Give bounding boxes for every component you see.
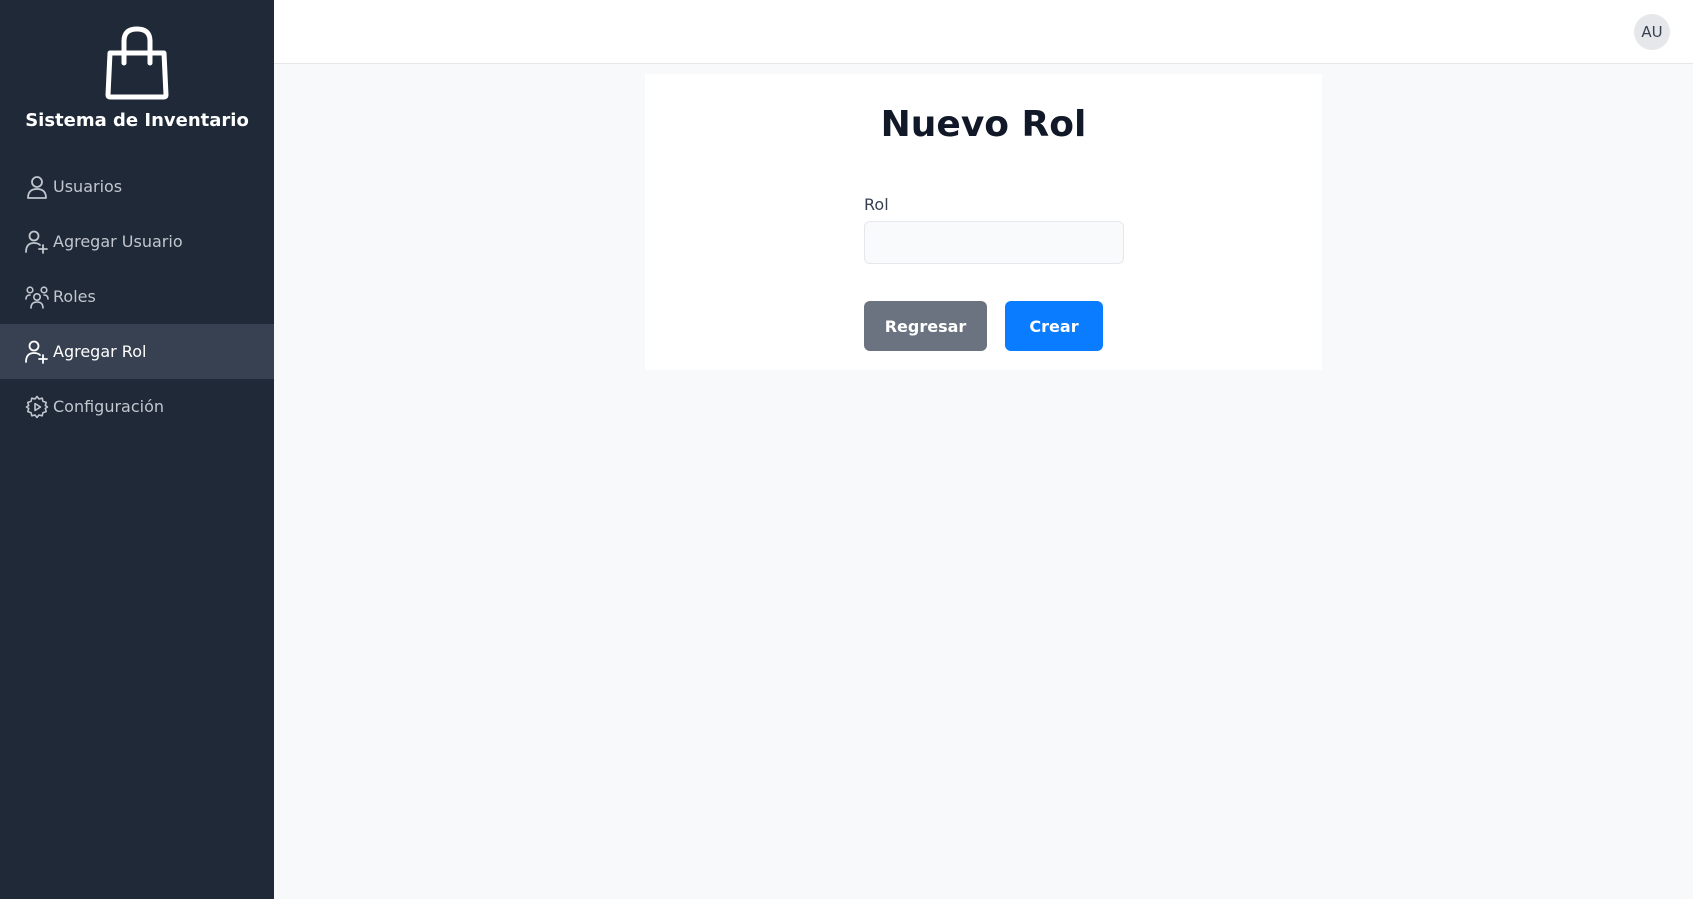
sidebar-item-roles[interactable]: Roles [0, 269, 274, 324]
sidebar-item-agregar-usuario[interactable]: Agregar Usuario [0, 214, 274, 269]
brand: Sistema de Inventario [0, 0, 274, 150]
page-title: Nuevo Rol [880, 104, 1087, 145]
sidebar-item-label: Roles [53, 287, 96, 306]
app-root: Sistema de Inventario Usuarios Agregar U… [0, 0, 1693, 899]
user-icon [25, 175, 49, 199]
brand-title: Sistema de Inventario [25, 110, 249, 131]
create-button[interactable]: Crear [1005, 301, 1103, 351]
users-group-icon [25, 285, 49, 309]
top-header: AU [274, 0, 1693, 64]
user-plus-icon [25, 340, 49, 364]
user-plus-icon [25, 230, 49, 254]
shopping-bag-icon [102, 25, 172, 101]
sidebar-item-label: Usuarios [53, 177, 123, 196]
back-button[interactable]: Regresar [864, 301, 987, 351]
role-input[interactable] [864, 221, 1124, 264]
sidebar-item-configuracion[interactable]: Configuración [0, 379, 274, 434]
gear-icon [25, 395, 49, 419]
sidebar-item-label: Configuración [53, 397, 165, 416]
sidebar-item-usuarios[interactable]: Usuarios [0, 159, 274, 214]
sidebar-item-label: Agregar Rol [53, 342, 147, 361]
sidebar-item-agregar-rol[interactable]: Agregar Rol [0, 324, 274, 379]
role-field-label: Rol [864, 195, 889, 214]
avatar[interactable]: AU [1634, 14, 1670, 50]
sidebar: Sistema de Inventario Usuarios Agregar U… [0, 0, 274, 899]
sidebar-item-label: Agregar Usuario [53, 232, 183, 251]
